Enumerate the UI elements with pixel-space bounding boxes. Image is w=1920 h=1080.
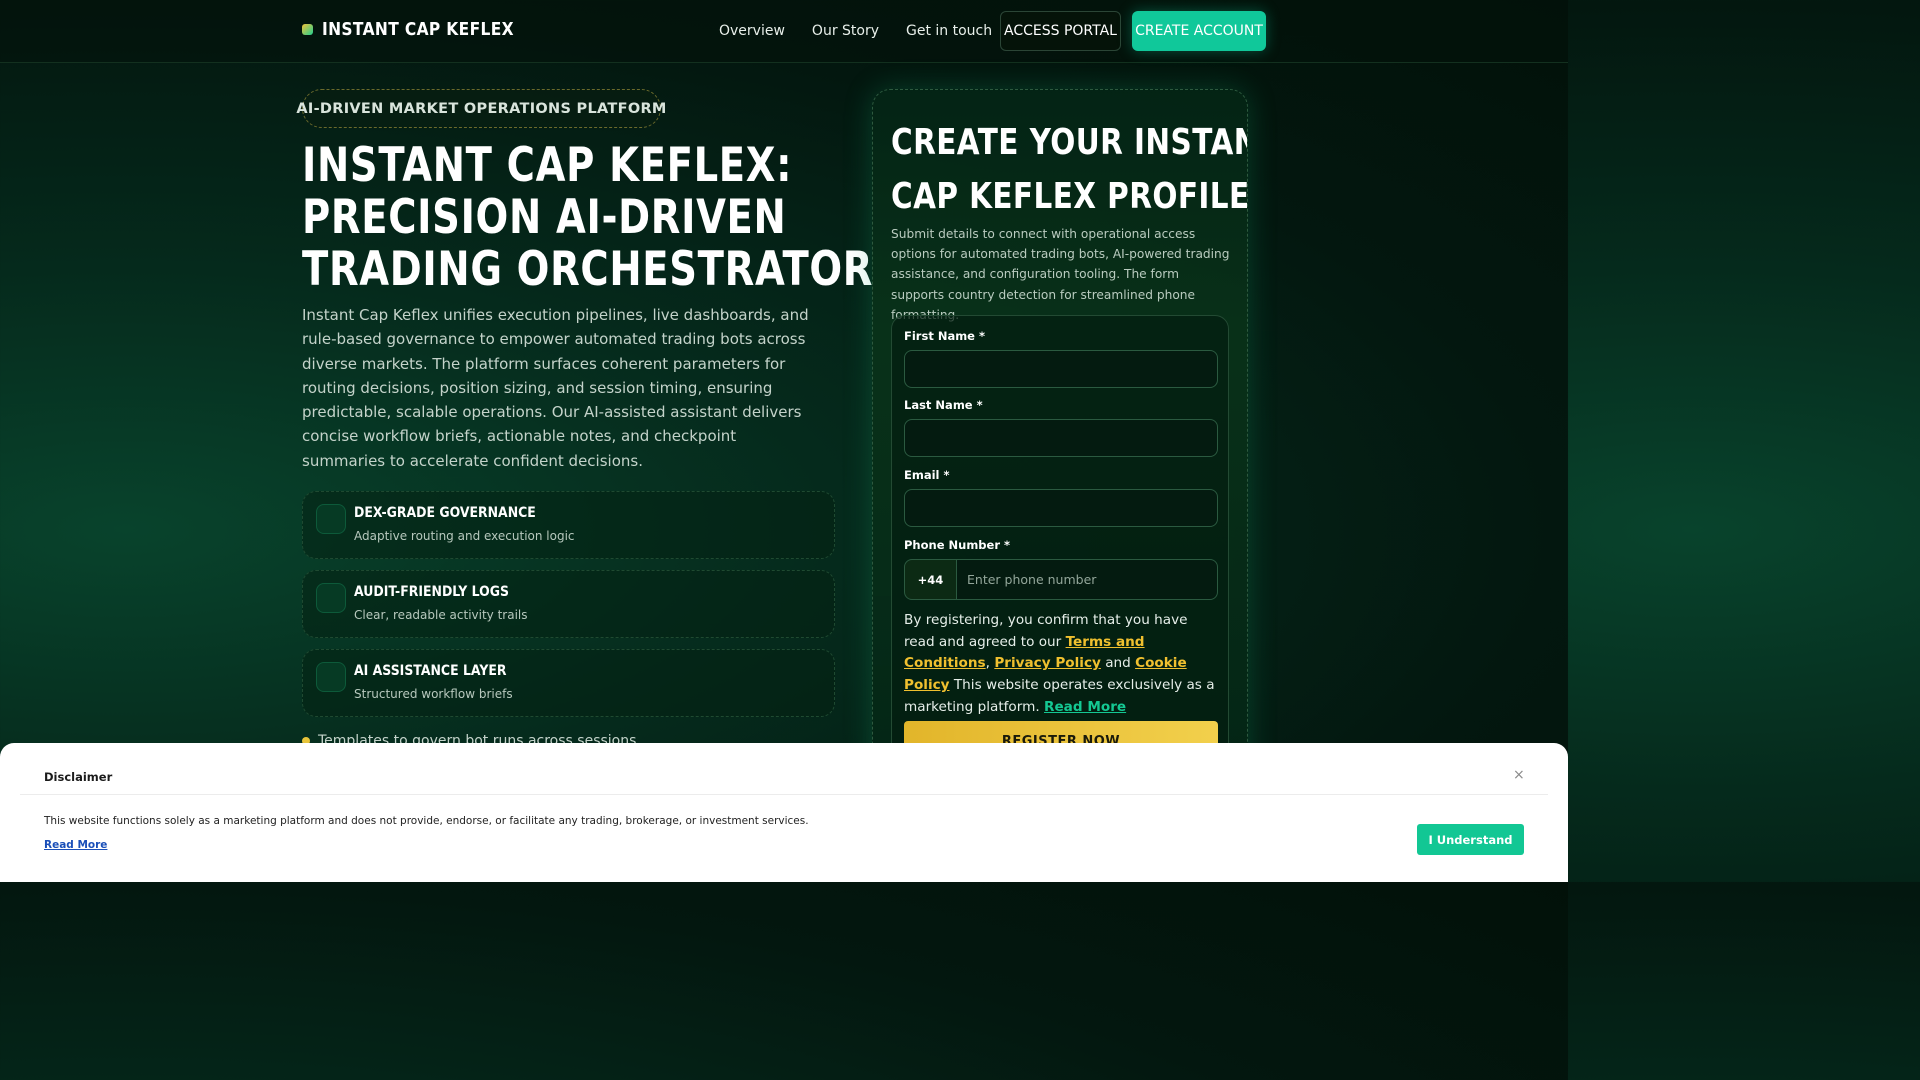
feature-subtitle: Structured workflow briefs xyxy=(354,687,513,701)
disclaimer-banner: Disclaimer × This website functions sole… xyxy=(0,743,1568,882)
disclaimer-text: This website functions solely as a marke… xyxy=(44,815,809,827)
feature-icon xyxy=(316,504,346,534)
first-name-input[interactable] xyxy=(904,350,1218,388)
consent-prefix: By registering, you confirm that you hav… xyxy=(904,612,1188,650)
access-portal-button[interactable]: ACCESS PORTAL xyxy=(1000,11,1121,51)
feature-card-logs: AUDIT-FRIENDLY LOGS Clear, readable acti… xyxy=(302,570,835,638)
feature-icon xyxy=(316,662,346,692)
signup-title-line: CREATE YOUR INSTANT xyxy=(891,122,1248,163)
nav-get-in-touch[interactable]: Get in touch xyxy=(906,11,992,51)
consent-and: and xyxy=(1100,655,1136,672)
email-label: Email * xyxy=(904,468,950,482)
nav-our-story[interactable]: Our Story xyxy=(812,11,879,51)
signup-form: First Name * Last Name * Email * Phone N… xyxy=(891,315,1229,788)
close-icon[interactable]: × xyxy=(1513,768,1525,782)
email-input[interactable] xyxy=(904,489,1218,527)
hero-title-line: TRADING ORCHESTRATOR xyxy=(302,242,874,297)
logo[interactable]: INSTANT CAP KEFLEX xyxy=(302,19,545,40)
disclaimer-read-more-link[interactable]: Read More xyxy=(44,839,107,851)
i-understand-button[interactable]: I Understand xyxy=(1417,824,1524,855)
phone-country-code[interactable]: +44 xyxy=(904,559,957,600)
feature-card-governance: DEX-GRADE GOVERNANCE Adaptive routing an… xyxy=(302,491,835,559)
nav-overview[interactable]: Overview xyxy=(719,11,785,51)
hero-tag: AI-DRIVEN MARKET OPERATIONS PLATFORM xyxy=(296,89,666,128)
last-name-label: Last Name * xyxy=(904,398,983,412)
phone-input[interactable]: Enter phone number xyxy=(956,559,1218,600)
feature-subtitle: Clear, readable activity trails xyxy=(354,608,528,622)
feature-title: DEX-GRADE GOVERNANCE xyxy=(354,505,536,521)
hero-title-line: INSTANT CAP KEFLEX: xyxy=(302,138,793,193)
first-name-label: First Name * xyxy=(904,329,985,343)
feature-icon xyxy=(316,583,346,613)
phone-label: Phone Number * xyxy=(904,538,1011,552)
signup-description: Submit details to connect with operation… xyxy=(891,227,1230,322)
signup-card: CREATE YOUR INSTANT CAP KEFLEX PROFILE S… xyxy=(872,89,1248,789)
logo-mark-icon xyxy=(302,24,313,35)
hero-title: INSTANT CAP KEFLEX: PRECISION AI-DRIVEN … xyxy=(302,138,874,297)
site-header: INSTANT CAP KEFLEX Overview Our Story Ge… xyxy=(0,0,1568,63)
disclaimer-divider xyxy=(20,794,1548,795)
main-nav: Overview Our Story Get in touch xyxy=(719,11,1019,51)
signup-title: CREATE YOUR INSTANT CAP KEFLEX PROFILE xyxy=(891,116,1248,224)
disclaimer-title: Disclaimer xyxy=(44,770,113,784)
signup-title-line: CAP KEFLEX PROFILE xyxy=(891,176,1248,217)
privacy-link[interactable]: Privacy Policy xyxy=(994,655,1101,671)
consent-comma: , xyxy=(985,655,995,672)
logo-text: INSTANT CAP KEFLEX xyxy=(322,19,514,40)
read-more-link[interactable]: Read More xyxy=(1044,699,1126,715)
hero-title-line: PRECISION AI-DRIVEN xyxy=(302,190,787,245)
consent-text: By registering, you confirm that you hav… xyxy=(904,610,1222,719)
feature-card-ai-assistance: AI ASSISTANCE LAYER Structured workflow … xyxy=(302,649,835,717)
create-account-button[interactable]: CREATE ACCOUNT xyxy=(1132,11,1266,51)
feature-title: AUDIT-FRIENDLY LOGS xyxy=(354,584,510,600)
feature-subtitle: Adaptive routing and execution logic xyxy=(354,529,575,543)
last-name-input[interactable] xyxy=(904,419,1218,457)
feature-title: AI ASSISTANCE LAYER xyxy=(354,663,507,679)
hero-description: Instant Cap Keflex unifies execution pip… xyxy=(302,306,809,470)
